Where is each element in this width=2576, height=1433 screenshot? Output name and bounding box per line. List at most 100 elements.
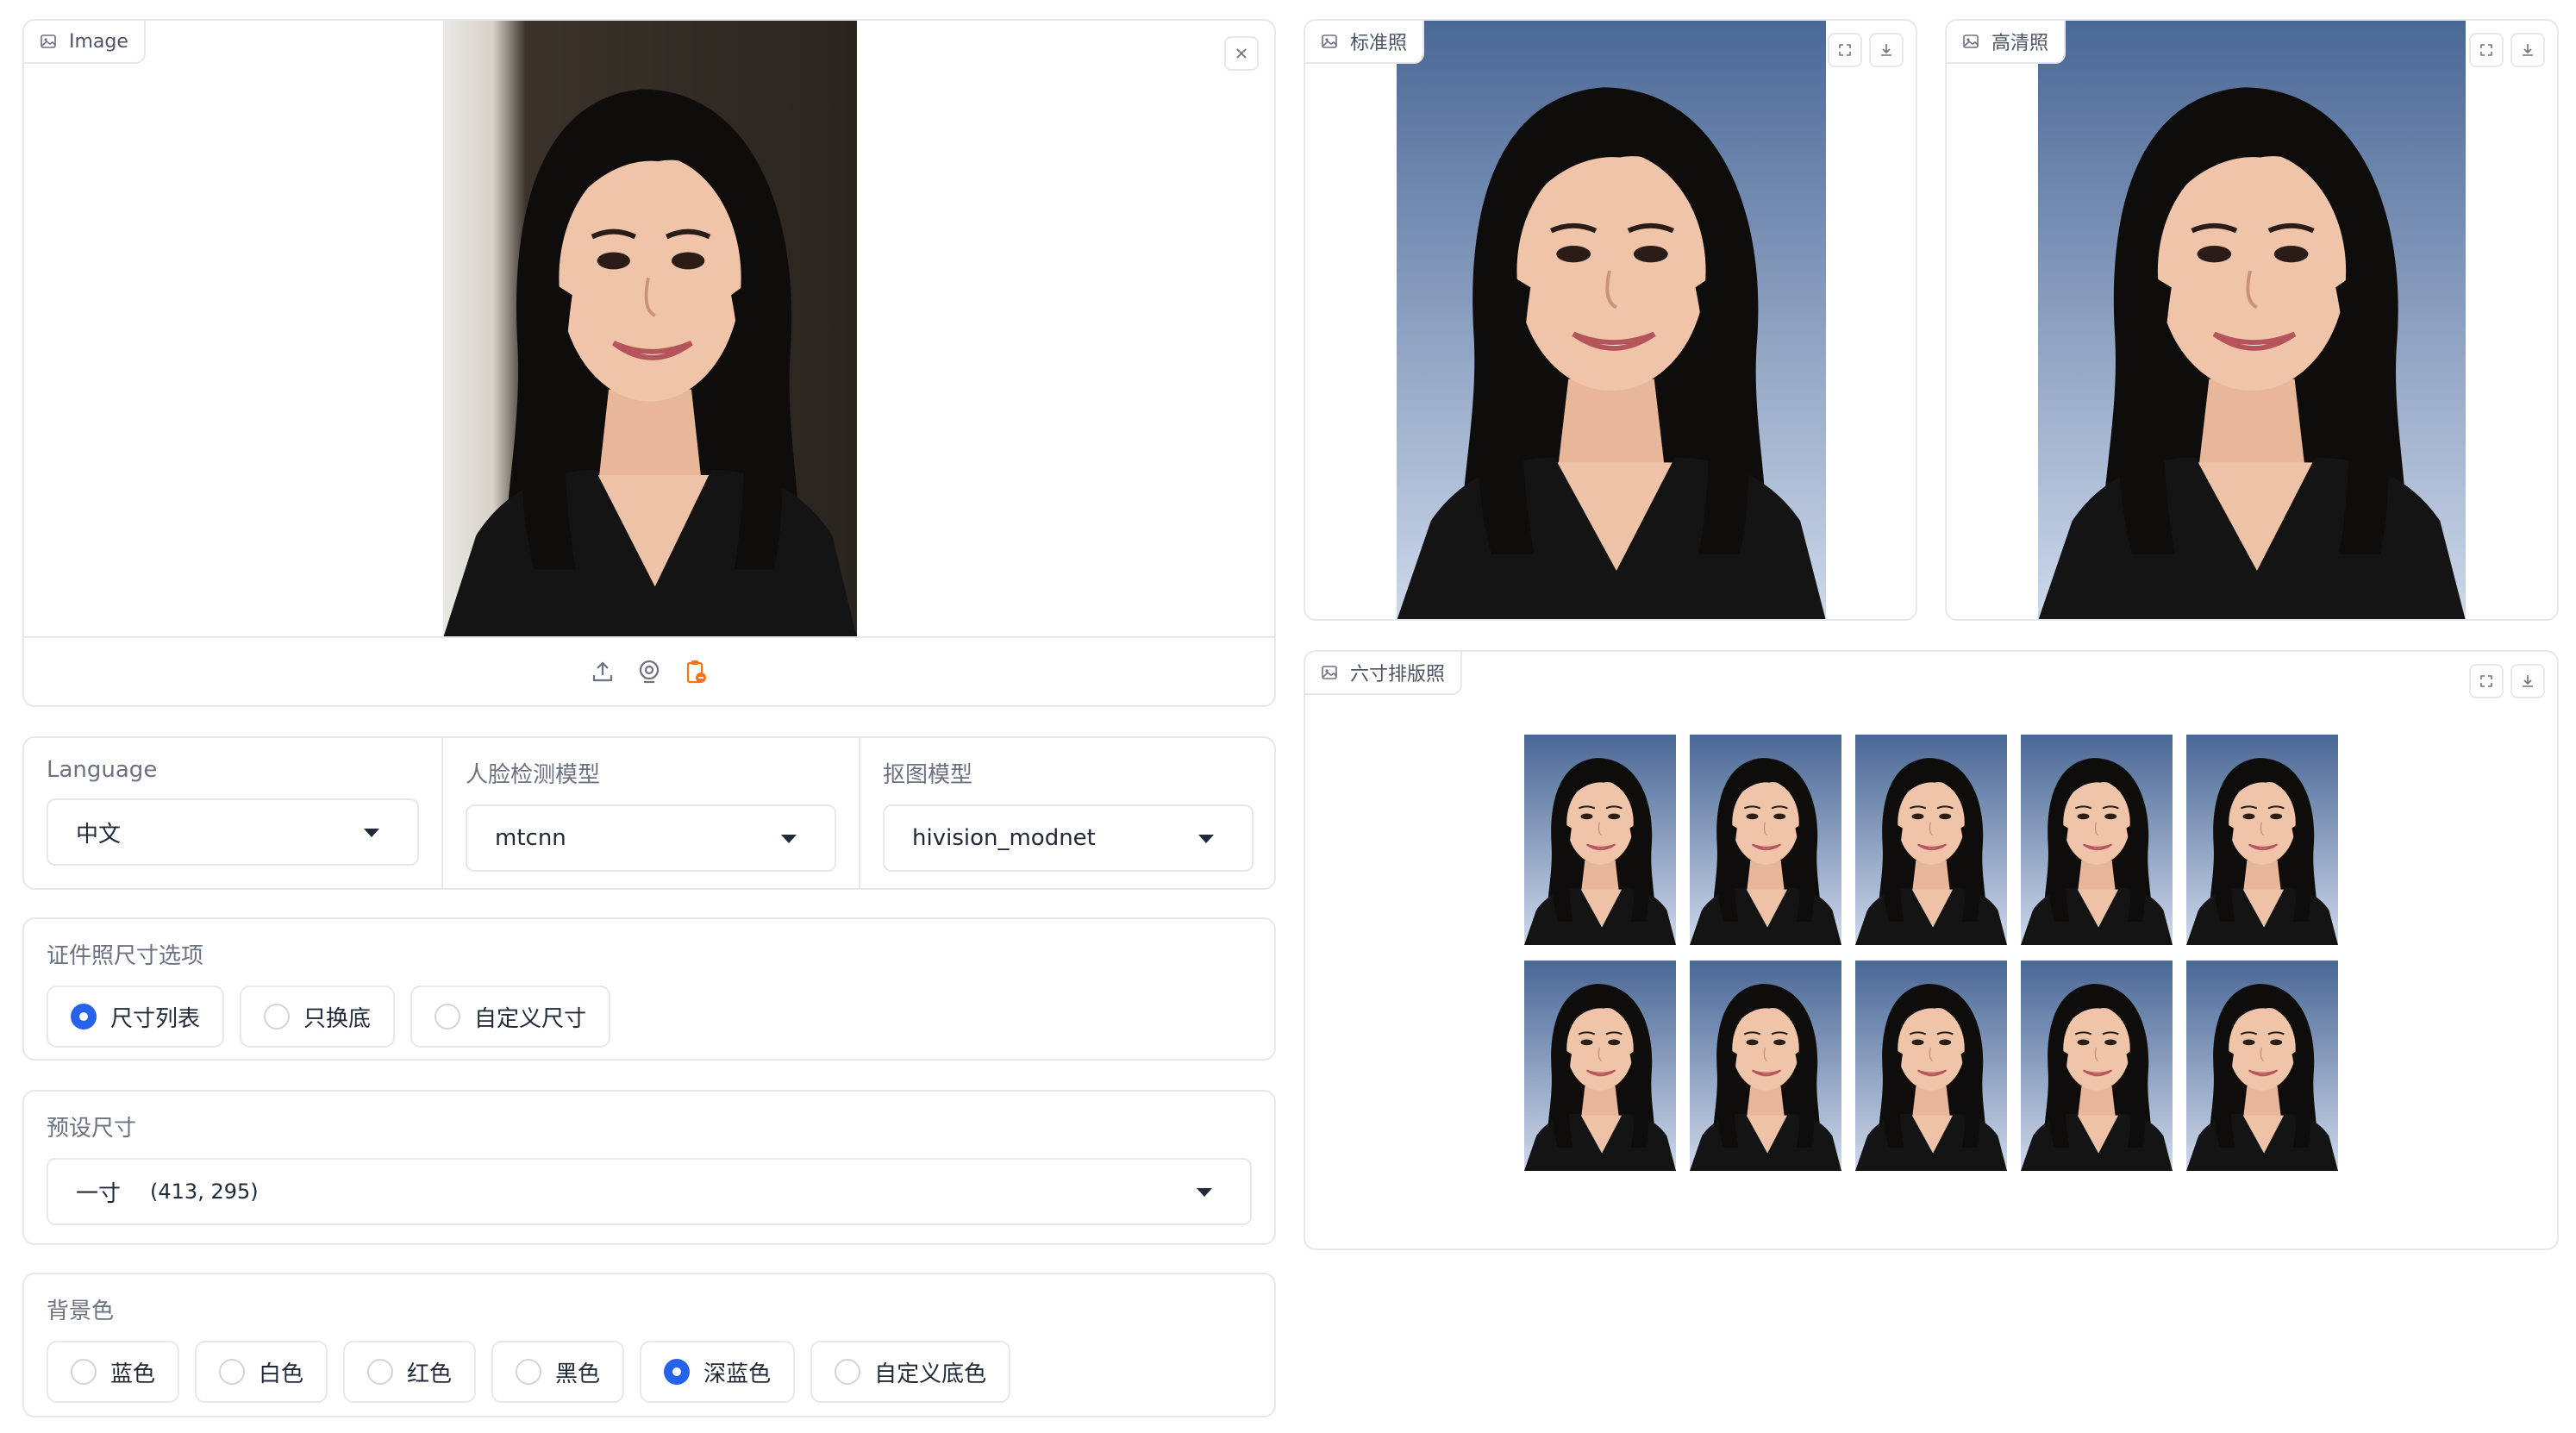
preset-size-group: 预设尺寸 一寸 (413, 295) (22, 1090, 1276, 1245)
input-image-title: Image (69, 30, 128, 53)
input-image-actions (1224, 36, 1259, 71)
matting-model-label: 抠图模型 (883, 762, 973, 788)
webcam-icon[interactable] (635, 658, 663, 685)
radio-dot (835, 1359, 861, 1385)
radio-bg-red[interactable]: 红色 (343, 1341, 477, 1403)
radio-bg-black[interactable]: 黑色 (491, 1341, 625, 1403)
radio-dot (367, 1359, 394, 1385)
upload-icon[interactable] (589, 658, 616, 685)
input-image-label: Image (24, 21, 146, 64)
radio-size-list[interactable]: 尺寸列表 (47, 986, 225, 1048)
download-button[interactable] (2510, 33, 2545, 67)
preset-size-dropdown[interactable]: 一寸 (413, 295) (47, 1158, 1252, 1225)
image-icon (41, 34, 56, 48)
layout-photo-panel: 六寸排版照 (1304, 650, 2559, 1250)
layout-thumbnail (1855, 961, 2007, 1171)
radio-change-bg-only[interactable]: 只换底 (240, 986, 396, 1048)
preset-size-dims: (413, 295) (150, 1180, 259, 1204)
standard-photo-image (1397, 21, 1826, 619)
close-icon (1236, 48, 1247, 59)
fullscreen-button[interactable] (1828, 33, 1862, 67)
hd-photo-panel: 高清照 (1945, 19, 2559, 621)
layout-thumbnail (1524, 961, 1676, 1171)
radio-label: 红色 (407, 1361, 453, 1387)
layout-thumbnail-grid (1524, 735, 2338, 1171)
face-model-dropdown[interactable]: mtcnn (466, 804, 836, 872)
layout-thumbnail (2021, 961, 2173, 1171)
clear-image-button[interactable] (1224, 36, 1259, 71)
radio-dot (219, 1359, 246, 1385)
radio-label: 只换底 (303, 1005, 372, 1032)
radio-bg-white[interactable]: 白色 (195, 1341, 328, 1403)
layout-thumbnail (2186, 961, 2338, 1171)
face-model-label: 人脸检测模型 (466, 762, 601, 788)
size-option-label: 证件照尺寸选项 (47, 943, 204, 969)
radio-bg-dark-blue[interactable]: 深蓝色 (640, 1341, 796, 1403)
radio-custom-size[interactable]: 自定义尺寸 (410, 986, 611, 1048)
matting-model-value: hivision_modnet (912, 825, 1096, 851)
standard-photo-panel: 标准照 (1304, 19, 1917, 621)
matting-model-cell: 抠图模型 hivision_modnet (859, 738, 1274, 888)
radio-bg-custom[interactable]: 自定义底色 (810, 1341, 1011, 1403)
radio-label: 蓝色 (110, 1361, 156, 1387)
layout-thumbnail (2021, 735, 2173, 945)
layout-thumbnail (1524, 735, 1676, 945)
image-icon (1963, 34, 1979, 48)
background-color-group: 背景色 蓝色 白色 红色 黑色 深蓝色 自定义底色 (22, 1273, 1276, 1417)
fullscreen-button[interactable] (2469, 33, 2504, 67)
fullscreen-icon (2480, 675, 2492, 687)
standard-photo-actions (1828, 33, 1904, 67)
layout-photo-actions (2469, 664, 2545, 698)
face-model-value: mtcnn (495, 825, 566, 851)
matting-model-dropdown[interactable]: hivision_modnet (883, 804, 1254, 872)
preset-size-name: 一寸 (76, 1180, 122, 1207)
standard-photo-title: 标准照 (1350, 33, 1408, 54)
background-color-radios: 蓝色 白色 红色 黑色 深蓝色 自定义底色 (47, 1341, 1252, 1403)
radio-label: 深蓝色 (703, 1361, 772, 1387)
image-icon (1322, 34, 1337, 48)
size-option-radios: 尺寸列表 只换底 自定义尺寸 (47, 986, 1252, 1048)
download-icon (1881, 44, 1891, 56)
radio-bg-blue[interactable]: 蓝色 (47, 1341, 180, 1403)
layout-thumbnail (2186, 735, 2338, 945)
image-icon (1322, 666, 1337, 679)
radio-label: 黑色 (555, 1361, 601, 1387)
face-model-cell: 人脸检测模型 mtcnn (441, 738, 859, 888)
radio-dot (516, 1359, 542, 1385)
language-cell: Language 中文 (24, 738, 441, 888)
download-icon (2523, 675, 2533, 687)
input-image-panel[interactable]: Image (22, 19, 1276, 707)
layout-thumbnail (1690, 961, 1841, 1171)
download-button[interactable] (2510, 664, 2545, 698)
download-button[interactable] (1869, 33, 1904, 67)
layout-thumbnail (1855, 735, 2007, 945)
language-dropdown[interactable]: 中文 (47, 798, 419, 866)
fullscreen-icon (1839, 44, 1851, 56)
layout-photo-label: 六寸排版照 (1305, 652, 1463, 695)
chevron-down-icon (781, 835, 797, 843)
chevron-down-icon (1197, 1188, 1212, 1197)
hd-photo-label: 高清照 (1947, 21, 2066, 64)
chevron-down-icon (364, 829, 379, 837)
size-option-group: 证件照尺寸选项 尺寸列表 只换底 自定义尺寸 (22, 917, 1276, 1061)
radio-dot (71, 1004, 97, 1029)
language-value: 中文 (76, 821, 122, 848)
download-icon (2523, 44, 2533, 56)
clipboard-icon[interactable] (682, 658, 710, 685)
layout-photo-title: 六寸排版照 (1350, 664, 1446, 685)
source-photo (443, 21, 857, 638)
radio-label: 尺寸列表 (110, 1005, 201, 1032)
radio-dot (664, 1359, 691, 1385)
radio-label: 白色 (259, 1361, 304, 1387)
preset-size-label: 预设尺寸 (47, 1116, 137, 1142)
radio-label: 自定义底色 (874, 1361, 987, 1387)
model-settings-row: Language 中文 人脸检测模型 mtcnn 抠图模型 hivision_m… (22, 736, 1276, 890)
radio-dot (264, 1004, 291, 1029)
fullscreen-button[interactable] (2469, 664, 2504, 698)
chevron-down-icon (1198, 835, 1214, 843)
radio-label: 自定义尺寸 (474, 1005, 587, 1032)
background-color-label: 背景色 (47, 1298, 115, 1324)
language-label: Language (47, 757, 158, 783)
input-source-bar (24, 636, 1274, 705)
hd-photo-title: 高清照 (1991, 33, 2049, 54)
